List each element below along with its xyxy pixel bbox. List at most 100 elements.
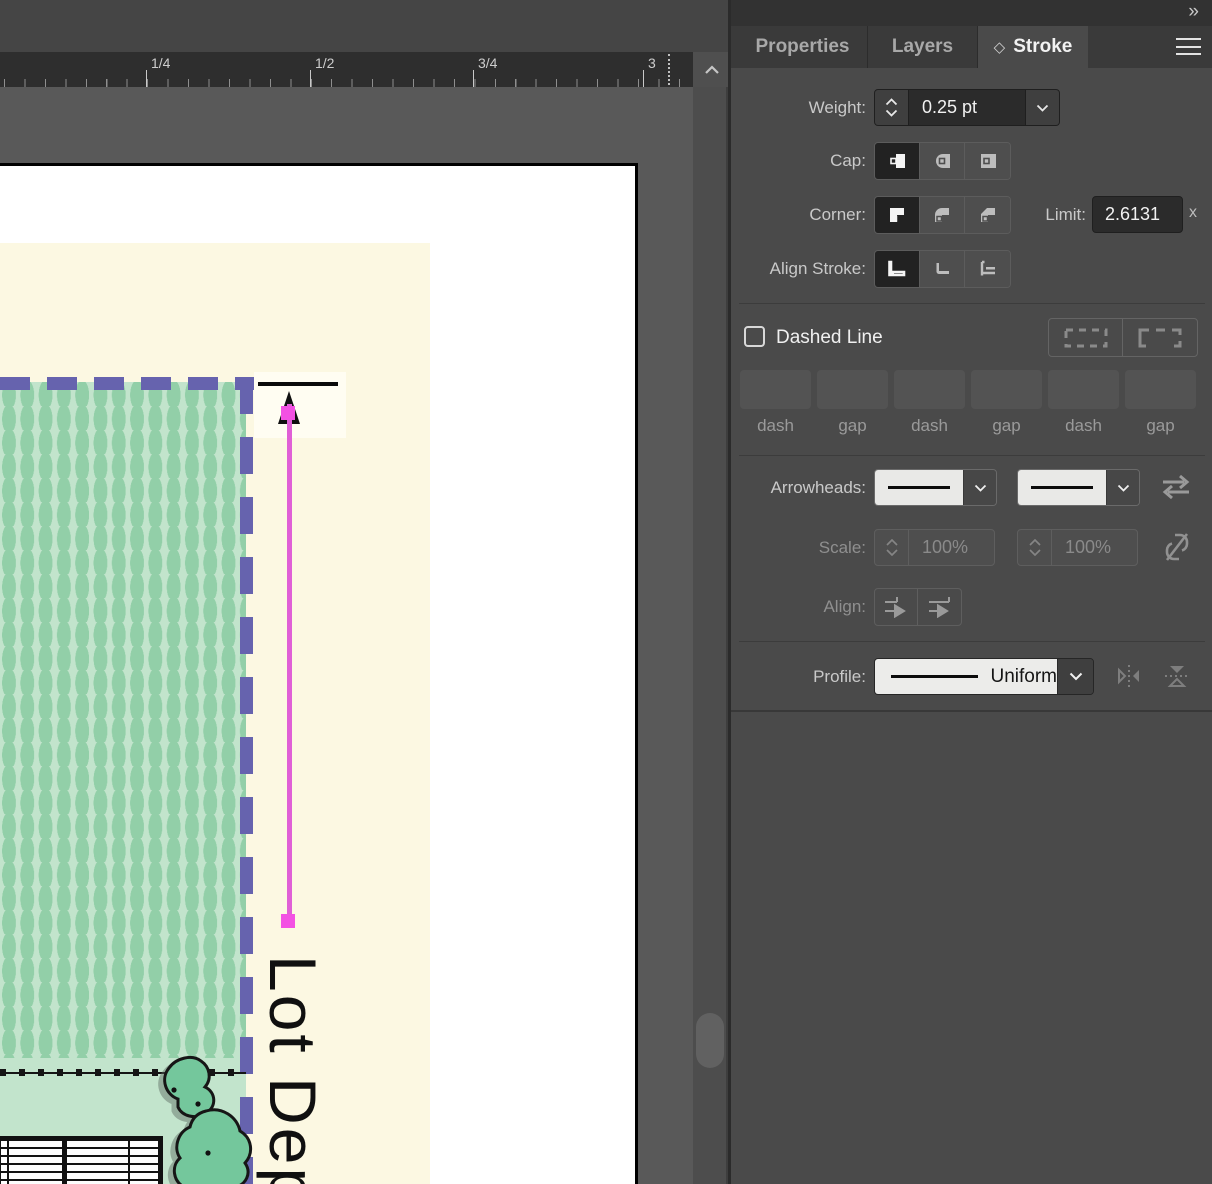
dash-input-1[interactable] xyxy=(740,370,811,409)
projecting-cap-icon xyxy=(980,154,996,168)
scale-stepper[interactable] xyxy=(875,530,909,565)
align-stroke-button-group xyxy=(874,250,1011,288)
canvas-viewport[interactable]: Lot Depth xyxy=(0,87,693,1184)
projecting-cap-button[interactable] xyxy=(965,143,1010,179)
section-divider xyxy=(739,455,1205,456)
arrowhead-start-preview xyxy=(875,470,963,505)
butt-cap-icon xyxy=(890,154,905,168)
ruler-minor-ticks xyxy=(0,79,693,87)
gap-field-label: gap xyxy=(992,416,1021,435)
deck-divider xyxy=(62,1141,67,1184)
align-dashes-icon xyxy=(1064,328,1107,347)
dashed-line-checkbox[interactable] xyxy=(744,326,765,347)
preserve-exact-dashes-button[interactable] xyxy=(1123,319,1197,356)
dash-alignment-group xyxy=(1048,318,1198,357)
weight-dropdown[interactable] xyxy=(1025,90,1059,125)
arrow-tip-at-end-button[interactable] xyxy=(918,589,961,625)
weight-control: 0.25 pt xyxy=(874,89,1060,126)
artboard-edge-marker xyxy=(668,54,670,85)
section-divider xyxy=(739,641,1205,642)
ruler-major-tick xyxy=(473,70,474,87)
ruler-major-tick xyxy=(146,70,147,87)
round-cap-button[interactable] xyxy=(920,143,965,179)
align-stroke-center-icon xyxy=(888,260,906,277)
flip-along-icon xyxy=(1165,666,1189,687)
align-stroke-outside-button[interactable] xyxy=(965,251,1010,287)
dash-field-label: dash xyxy=(757,416,794,435)
link-scales-button[interactable] xyxy=(1163,531,1191,568)
dash-field-label: dash xyxy=(1065,416,1102,435)
swap-arrowheads-button[interactable] xyxy=(1160,472,1192,507)
align-stroke-inside-button[interactable] xyxy=(920,251,965,287)
gap-field-label: gap xyxy=(1146,416,1175,435)
panel-menu-icon[interactable] xyxy=(1176,38,1201,55)
scroll-up-button[interactable] xyxy=(693,52,731,87)
ruler-label: 3 xyxy=(648,55,656,71)
broken-link-icon xyxy=(1165,533,1189,561)
flip-along-button[interactable] xyxy=(1160,662,1194,695)
round-cap-icon xyxy=(936,154,950,168)
arrowhead-start-select[interactable] xyxy=(874,469,997,506)
canvas-top-strip xyxy=(0,0,731,52)
panel-bottom-divider xyxy=(731,710,1212,712)
chevron-down-icon xyxy=(1036,104,1049,112)
align-stroke-center-button[interactable] xyxy=(875,251,920,287)
align-stroke-inside-icon xyxy=(936,263,949,275)
horizontal-ruler: 1/4 1/2 3/4 3 xyxy=(0,52,693,87)
gap-input-2[interactable] xyxy=(971,370,1042,409)
dimension-extension-line xyxy=(258,382,338,386)
arrowhead-end-preview xyxy=(1018,470,1106,505)
tree-shrubs xyxy=(163,1056,253,1184)
gap-field-label: gap xyxy=(838,416,867,435)
gap-input-3[interactable] xyxy=(1125,370,1196,409)
chevron-up-icon xyxy=(1028,539,1041,546)
limit-input[interactable]: 2.6131 xyxy=(1092,196,1183,233)
weight-stepper[interactable] xyxy=(875,90,909,125)
path-anchor-top[interactable] xyxy=(281,406,295,420)
butt-cap-button[interactable] xyxy=(875,143,920,179)
arrowhead-end-select[interactable] xyxy=(1017,469,1140,506)
deck-divider xyxy=(128,1141,130,1184)
selected-dimension-path[interactable] xyxy=(287,404,292,917)
dashed-line-label: Dashed Line xyxy=(776,327,883,348)
profile-label: Profile: xyxy=(813,667,866,686)
chevron-down-icon xyxy=(1028,549,1041,556)
miter-join-button[interactable] xyxy=(875,197,920,233)
round-join-icon xyxy=(935,208,949,222)
ruler-major-tick xyxy=(643,70,644,87)
path-anchor-bottom[interactable] xyxy=(281,914,295,928)
align-label: Align: xyxy=(823,597,866,616)
tab-layers[interactable]: Layers xyxy=(868,26,977,68)
deck-divider xyxy=(7,1141,9,1184)
arrow-tip-beyond-end-button[interactable] xyxy=(875,589,918,625)
tab-stroke[interactable]: ◇ Stroke xyxy=(978,26,1088,68)
flip-across-button[interactable] xyxy=(1112,662,1146,695)
flip-across-icon xyxy=(1118,665,1139,687)
arrowhead-end-scale[interactable]: 100% xyxy=(1017,529,1138,566)
weight-input[interactable]: 0.25 pt xyxy=(909,90,1025,125)
scale-end-value: 100% xyxy=(1065,537,1112,557)
align-dashes-to-corners-button[interactable] xyxy=(1049,319,1123,356)
tab-properties[interactable]: Properties xyxy=(738,26,867,68)
cap-label: Cap: xyxy=(830,151,866,170)
limit-suffix: x xyxy=(1189,204,1197,221)
lot-hatch-pattern xyxy=(0,382,246,1058)
weight-label: Weight: xyxy=(808,98,866,117)
artboard: Lot Depth xyxy=(0,163,638,1184)
dash-input-2[interactable] xyxy=(894,370,965,409)
chevron-down-icon xyxy=(1057,659,1093,694)
ruler-major-tick xyxy=(310,70,311,87)
chevron-up-icon xyxy=(885,539,898,546)
vertical-scrollbar-thumb[interactable] xyxy=(696,1013,724,1068)
preserve-dashes-icon xyxy=(1138,328,1182,347)
ruler-label: 3/4 xyxy=(478,55,498,71)
dash-field-label: dash xyxy=(911,416,948,435)
collapse-panels-icon[interactable]: » xyxy=(1188,1,1200,23)
arrowhead-start-scale[interactable]: 100% xyxy=(874,529,995,566)
cap-button-group xyxy=(874,142,1011,180)
scale-stepper[interactable] xyxy=(1018,530,1052,565)
dash-input-3[interactable] xyxy=(1048,370,1119,409)
arrow-beyond-end-icon xyxy=(885,597,906,618)
profile-select[interactable]: Uniform xyxy=(874,658,1094,695)
gap-input-1[interactable] xyxy=(817,370,888,409)
